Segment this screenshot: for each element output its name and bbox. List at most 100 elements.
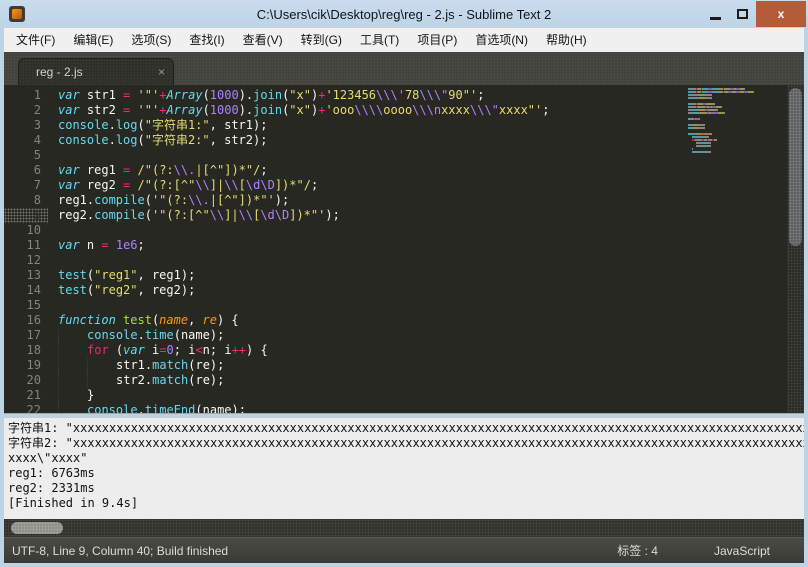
minimap[interactable] <box>688 88 783 154</box>
line-number: 3 <box>4 118 48 133</box>
line-number: 20 <box>4 373 48 388</box>
code-line[interactable]: 14test("reg2", reg2); <box>4 283 804 298</box>
sublime-app-icon <box>9 6 25 22</box>
close-icon: x <box>778 7 785 21</box>
minimap-line <box>688 136 783 138</box>
minimap-line <box>688 94 783 96</box>
menu-item[interactable]: 查看(V) <box>234 28 292 52</box>
line-number: 1 <box>4 88 48 103</box>
menu-item[interactable]: 帮助(H) <box>537 28 596 52</box>
code-lines: 1var str1 = '"'+Array(1000).join("x")+'1… <box>4 85 804 413</box>
code-line[interactable]: 12 <box>4 253 804 268</box>
code-line[interactable]: 5 <box>4 148 804 163</box>
code-line[interactable]: 9reg2.compile('"(?:[^"\\]|\\[\d\D])*"'); <box>4 208 804 223</box>
tab-reg-2-js[interactable]: reg - 2.js × <box>18 58 174 85</box>
code-line[interactable]: 18 for (var i=0; i<n; i++) { <box>4 343 804 358</box>
minimap-line <box>688 91 783 93</box>
menu-bar: 文件(F)编辑(E)选项(S)查找(I)查看(V)转到(G)工具(T)项目(P)… <box>4 28 804 52</box>
vertical-scrollbar[interactable] <box>787 85 804 413</box>
minimap-line <box>688 130 783 132</box>
line-number: 12 <box>4 253 48 268</box>
minimap-line <box>688 124 783 126</box>
status-position-text: UTF-8, Line 9, Column 40; Build finished <box>12 544 617 558</box>
output-panel[interactable]: 字符串1: "xxxxxxxxxxxxxxxxxxxxxxxxxxxxxxxxx… <box>4 418 804 519</box>
code-line[interactable]: 6var reg1 = /"(?:\\.|[^"])*"/; <box>4 163 804 178</box>
line-number: 15 <box>4 298 48 313</box>
minimize-button[interactable] <box>702 1 729 27</box>
output-line: xxxx\"xxxx" <box>8 451 804 466</box>
menu-item[interactable]: 文件(F) <box>7 28 64 52</box>
code-line[interactable]: 10 <box>4 223 804 238</box>
minimap-line <box>688 151 783 153</box>
menu-item[interactable]: 转到(G) <box>292 28 351 52</box>
maximize-icon <box>737 9 748 19</box>
code-line[interactable]: 8reg1.compile('"(?:\\.|[^"])*"'); <box>4 193 804 208</box>
line-number: 13 <box>4 268 48 283</box>
code-line[interactable]: 4console.log("字符串2:", str2); <box>4 133 804 148</box>
line-number: 21 <box>4 388 48 403</box>
tab-bar: reg - 2.js × <box>4 52 804 85</box>
line-number: 16 <box>4 313 48 328</box>
title-bar[interactable]: C:\Users\cik\Desktop\reg\reg - 2.js - Su… <box>0 0 808 28</box>
line-number: 10 <box>4 223 48 238</box>
editor[interactable]: 1var str1 = '"'+Array(1000).join("x")+'1… <box>4 85 804 413</box>
code-line[interactable]: 20 str2.match(re); <box>4 373 804 388</box>
menu-item[interactable]: 工具(T) <box>351 28 408 52</box>
line-number: 5 <box>4 148 48 163</box>
syntax-indicator[interactable]: JavaScript <box>714 544 770 558</box>
line-number: 8 <box>4 193 48 208</box>
code-line[interactable]: 17 console.time(name); <box>4 328 804 343</box>
minimap-line <box>688 127 783 129</box>
output-line: 字符串2: "xxxxxxxxxxxxxxxxxxxxxxxxxxxxxxxxx… <box>8 436 804 451</box>
minimap-line <box>688 139 783 141</box>
code-line[interactable]: 13test("reg1", reg1); <box>4 268 804 283</box>
code-line[interactable]: 22 console.timeEnd(name); <box>4 403 804 413</box>
tab-size-indicator[interactable]: 标签 : 4 <box>617 542 658 559</box>
minimap-line <box>688 115 783 117</box>
menu-item[interactable]: 查找(I) <box>180 28 233 52</box>
code-line[interactable]: 11var n = 1e6; <box>4 238 804 253</box>
window-title: C:\Users\cik\Desktop\reg\reg - 2.js - Su… <box>0 7 808 22</box>
tab-label: reg - 2.js <box>36 65 83 79</box>
line-number: 2 <box>4 103 48 118</box>
line-number: 14 <box>4 283 48 298</box>
line-number: 11 <box>4 238 48 253</box>
line-number: 18 <box>4 343 48 358</box>
minimap-line <box>688 97 783 99</box>
output-line: 字符串1: "xxxxxxxxxxxxxxxxxxxxxxxxxxxxxxxxx… <box>8 421 804 436</box>
close-button[interactable]: x <box>756 1 806 27</box>
horizontal-scrollbar[interactable] <box>4 519 804 537</box>
code-line[interactable]: 3console.log("字符串1:", str1); <box>4 118 804 133</box>
minimap-line <box>688 148 783 150</box>
code-line[interactable]: 2var str2 = '"'+Array(1000).join("x")+'o… <box>4 103 804 118</box>
tab-close-icon[interactable]: × <box>158 66 165 78</box>
minimap-line <box>688 112 783 114</box>
output-line: [Finished in 9.4s] <box>8 496 804 511</box>
menu-item[interactable]: 首选项(N) <box>466 28 537 52</box>
output-line: reg2: 2331ms <box>8 481 804 496</box>
menu-item[interactable]: 编辑(E) <box>64 28 122 52</box>
minimap-line <box>688 106 783 108</box>
window-frame: 文件(F)编辑(E)选项(S)查找(I)查看(V)转到(G)工具(T)项目(P)… <box>4 28 804 563</box>
code-line[interactable]: 21 } <box>4 388 804 403</box>
minimap-line <box>688 145 783 147</box>
menu-item[interactable]: 选项(S) <box>122 28 180 52</box>
vertical-scrollbar-thumb[interactable] <box>789 88 802 246</box>
code-line[interactable]: 16function test(name, re) { <box>4 313 804 328</box>
code-line[interactable]: 19 str1.match(re); <box>4 358 804 373</box>
maximize-button[interactable] <box>729 1 756 27</box>
minimap-line <box>688 100 783 102</box>
window-controls: x <box>702 0 808 28</box>
horizontal-scrollbar-thumb[interactable] <box>11 522 63 534</box>
code-line[interactable]: 15 <box>4 298 804 313</box>
line-number: 17 <box>4 328 48 343</box>
code-line[interactable]: 1var str1 = '"'+Array(1000).join("x")+'1… <box>4 88 804 103</box>
minimap-line <box>688 133 783 135</box>
menu-item[interactable]: 项目(P) <box>408 28 466 52</box>
line-number: 19 <box>4 358 48 373</box>
code-line[interactable]: 7var reg2 = /"(?:[^"\\]|\\[\d\D])*"/; <box>4 178 804 193</box>
line-number: 6 <box>4 163 48 178</box>
line-number: 9 <box>4 208 48 223</box>
output-line: reg1: 6763ms <box>8 466 804 481</box>
line-number: 4 <box>4 133 48 148</box>
